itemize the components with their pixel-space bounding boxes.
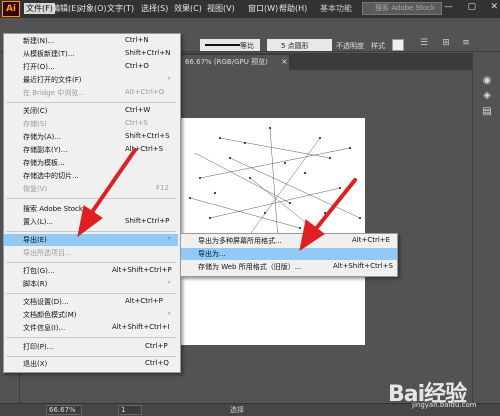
annotation-arrows <box>77 148 357 252</box>
watermark-url: jingyan.baidu.com <box>412 401 477 409</box>
zoom-field[interactable]: 66.67% <box>46 405 82 415</box>
artboard-navigator[interactable]: 1 <box>118 405 142 415</box>
status-text: 选择 <box>230 406 244 414</box>
